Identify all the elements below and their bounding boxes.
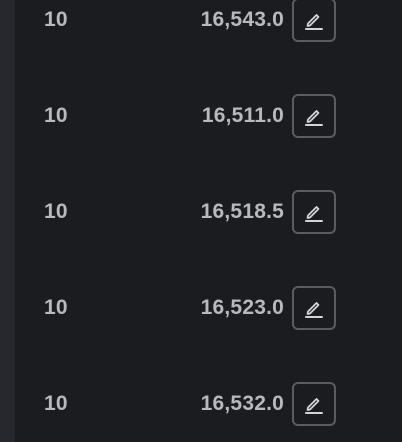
pencil-icon	[305, 398, 323, 414]
pencil-icon	[305, 14, 323, 30]
edit-button[interactable]	[292, 382, 336, 426]
price-value: 16,523.0	[200, 296, 284, 319]
quantity-value: 10	[44, 104, 68, 127]
pencil-icon	[305, 206, 323, 222]
edit-button[interactable]	[292, 94, 336, 138]
pencil-icon	[305, 302, 323, 318]
left-edge-strip	[0, 0, 15, 442]
quantity-value: 10	[44, 296, 68, 319]
list-item: 10 16,511.0	[15, 92, 402, 140]
edit-button[interactable]	[292, 190, 336, 234]
edit-button[interactable]	[292, 0, 336, 42]
quantity-value: 10	[44, 8, 68, 31]
edit-button[interactable]	[292, 286, 336, 330]
list-item: 10 16,543.0	[15, 0, 402, 44]
orders-list: 10 16,543.0 10 16,511.0 10 16,518.5 10 1…	[15, 0, 402, 442]
list-item: 10 16,532.0	[15, 380, 402, 428]
pencil-icon	[305, 110, 323, 126]
list-item: 10 16,523.0	[15, 284, 402, 332]
list-item: 10 16,518.5	[15, 188, 402, 236]
price-value: 16,511.0	[201, 104, 284, 127]
price-value: 16,532.0	[200, 392, 284, 415]
quantity-value: 10	[44, 392, 68, 415]
price-value: 16,543.0	[200, 8, 284, 31]
price-value: 16,518.5	[200, 200, 284, 223]
quantity-value: 10	[44, 200, 68, 223]
